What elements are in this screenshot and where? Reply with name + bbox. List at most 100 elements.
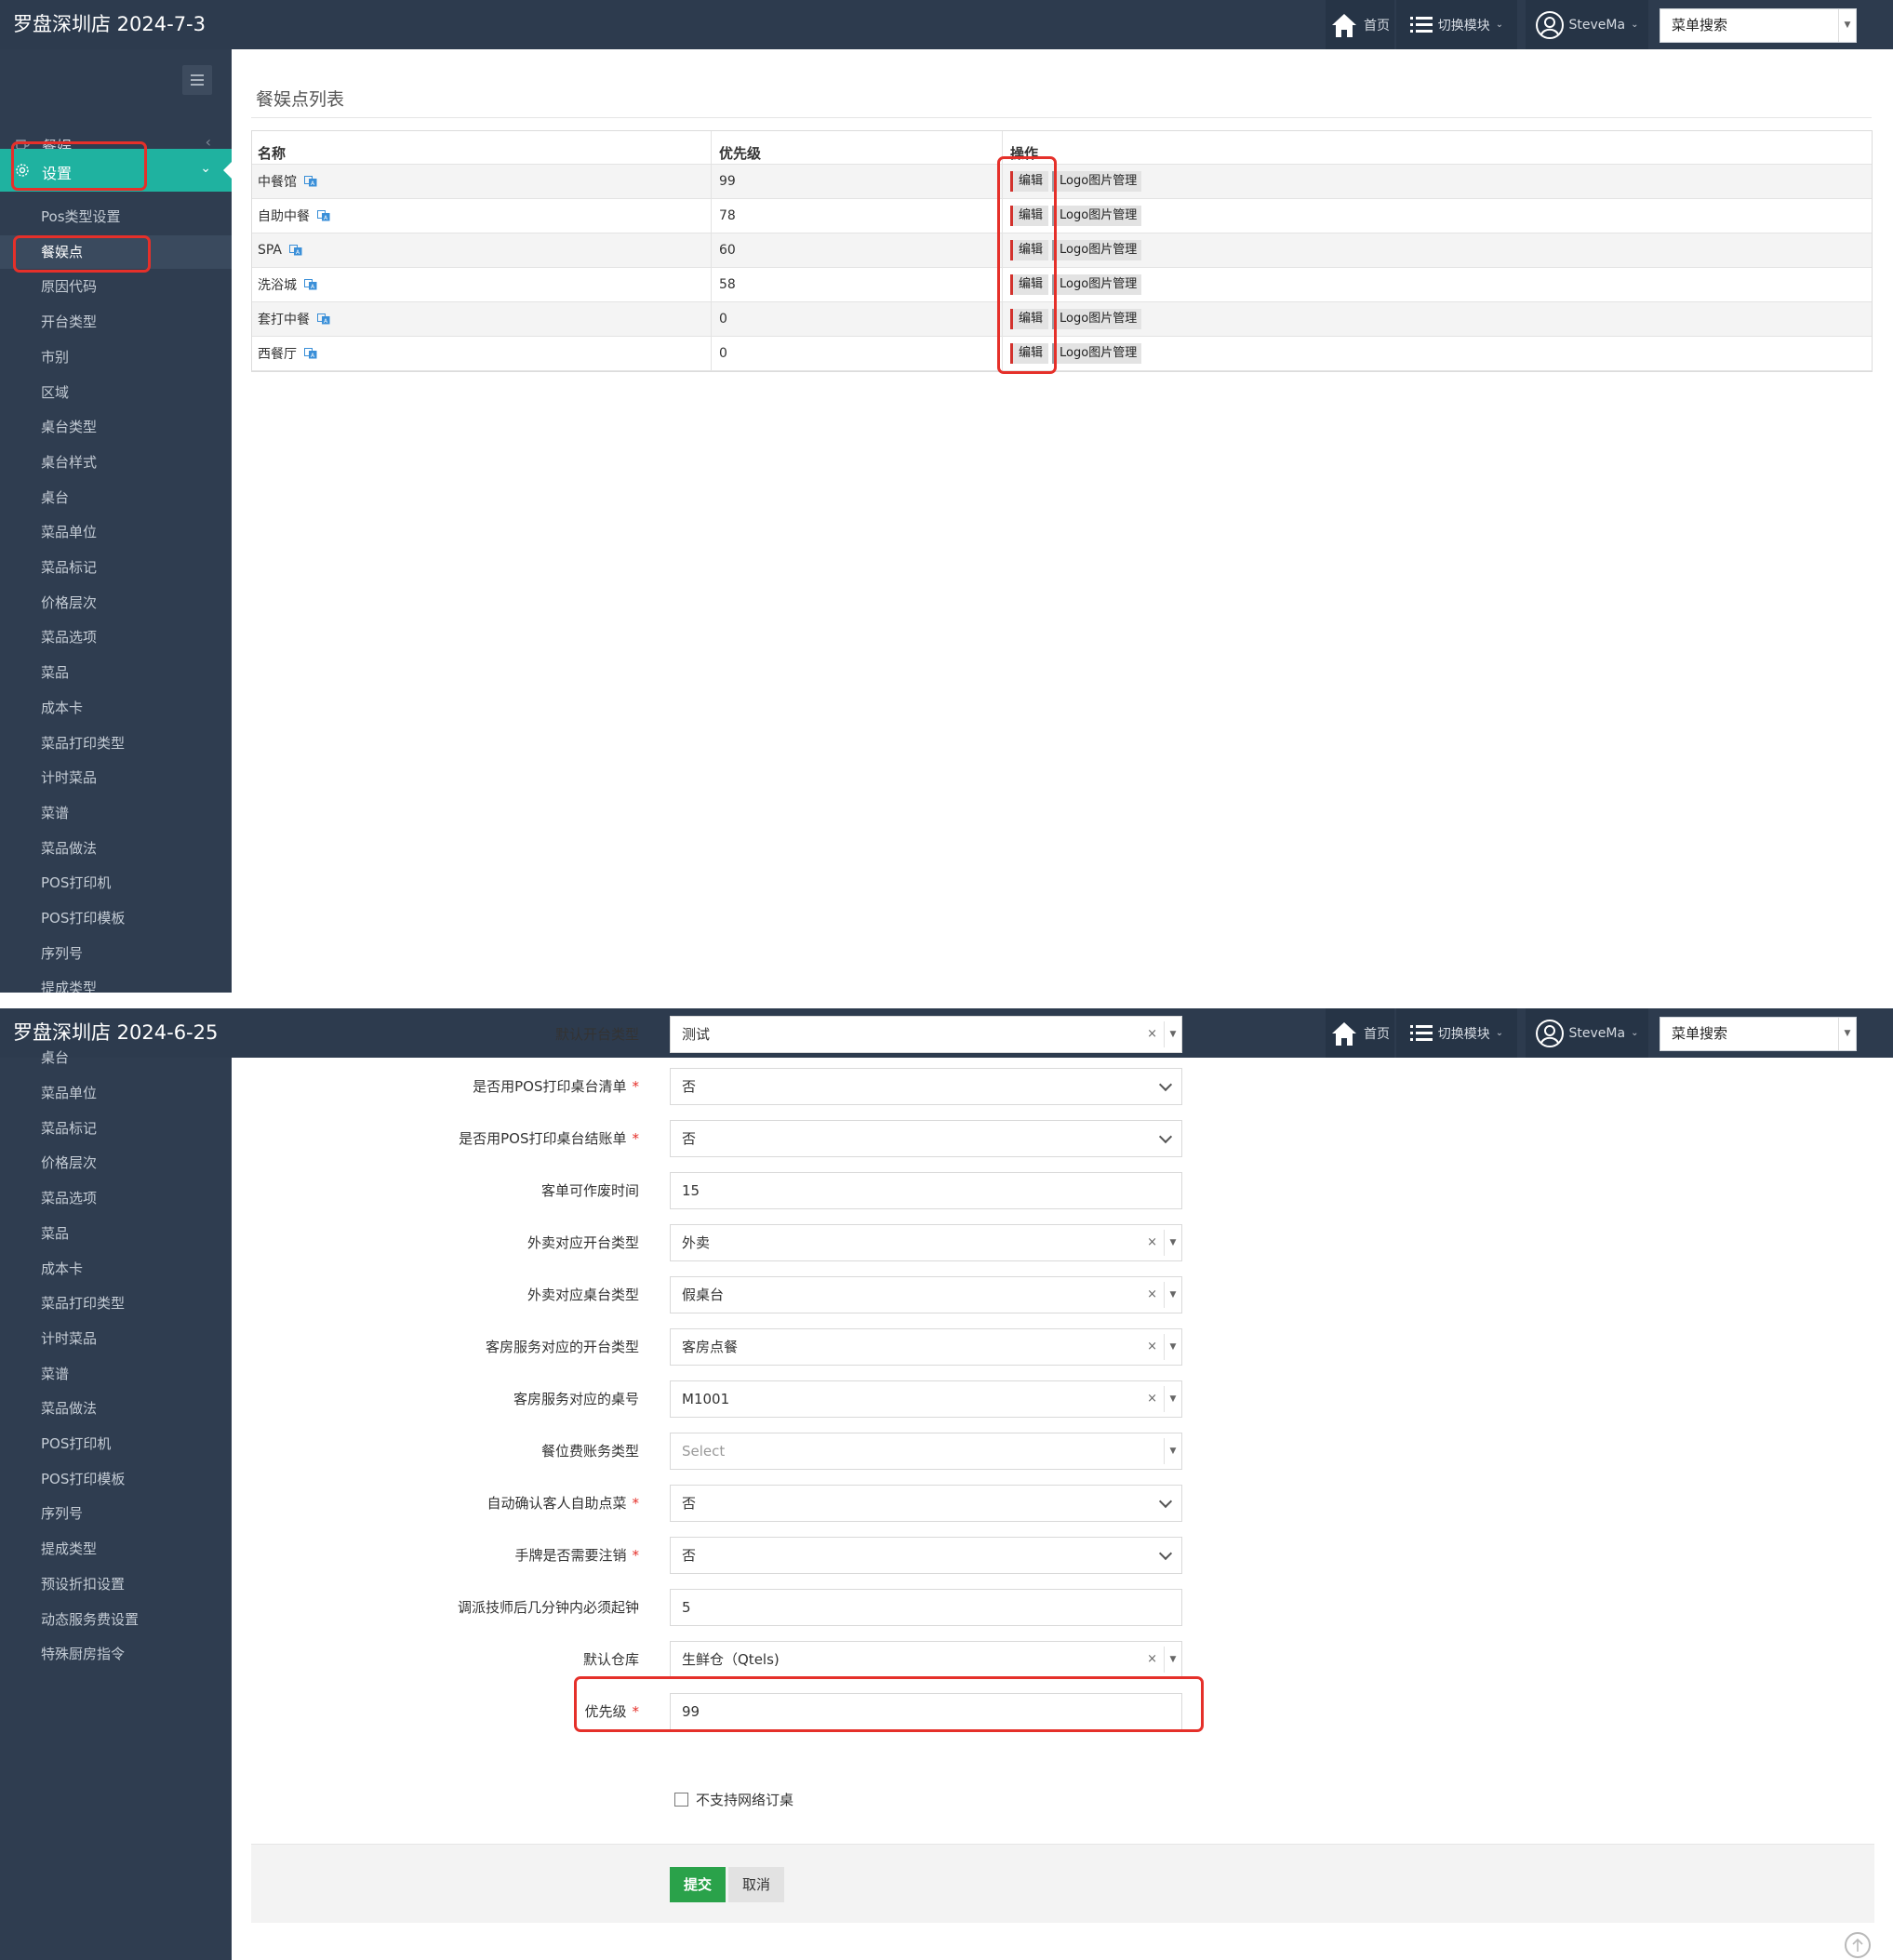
form-row: 自动确认客人自助点菜 * 否 <box>251 1485 1274 1522</box>
sidebar-item[interactable]: 菜谱 <box>0 796 232 830</box>
sidebar-item[interactable]: Pos类型设置 <box>0 200 232 233</box>
sidebar-item[interactable]: 价格层次 <box>0 586 232 620</box>
sidebar-item[interactable]: 菜品做法 <box>0 832 232 865</box>
dropdown-arrow-icon[interactable]: ▼ <box>1164 1438 1181 1464</box>
sidebar-item[interactable]: 成本卡 <box>0 691 232 725</box>
sidebar-item[interactable]: 菜品单位 <box>0 515 232 549</box>
sidebar-item[interactable]: 菜品 <box>0 656 232 689</box>
dropdown-arrow-icon[interactable]: ▼ <box>1164 1282 1181 1308</box>
sidebar-item[interactable]: 区域 <box>0 376 232 409</box>
dropdown-arrow-icon[interactable]: ▼ <box>1164 1647 1181 1673</box>
sidebar-item[interactable]: 桌台类型 <box>0 410 232 444</box>
sidebar-item[interactable]: 提成类型 <box>0 1532 232 1566</box>
sidebar-item[interactable]: 菜品打印类型 <box>0 727 232 760</box>
dropdown-arrow-icon[interactable]: ▼ <box>1164 1230 1181 1256</box>
user-menu[interactable]: SteveMa ⌄ <box>1526 0 1648 49</box>
sidebar-item[interactable]: 原因代码 <box>0 270 232 303</box>
sidebar-item[interactable]: 菜品做法 <box>0 1392 232 1425</box>
translate-icon[interactable]: A <box>304 176 317 187</box>
sidebar-item[interactable]: 提成类型 <box>0 971 232 993</box>
translate-icon[interactable]: A <box>317 210 330 221</box>
sidebar-item[interactable]: POS打印模板 <box>0 1462 232 1496</box>
text-input[interactable]: 15 <box>670 1172 1182 1209</box>
sidebar-item-label: 提成类型 <box>41 980 98 993</box>
sidebar-item[interactable]: 开台类型 <box>0 305 232 339</box>
dropdown-arrow-icon[interactable]: ▼ <box>1164 1334 1181 1360</box>
logo-manage-button[interactable]: Logo图片管理 <box>1052 343 1142 364</box>
sidebar-item[interactable]: 特殊厨房指令 <box>0 1637 232 1671</box>
sidebar-item[interactable]: POS打印机 <box>0 1427 232 1460</box>
logo-manage-button[interactable]: Logo图片管理 <box>1052 171 1142 192</box>
home-link[interactable]: 首页 <box>1326 1008 1394 1058</box>
sidebar-item[interactable]: 计时菜品 <box>0 761 232 794</box>
select-input[interactable]: 否 <box>670 1485 1182 1522</box>
sidebar-item-cut[interactable]: 桌台 <box>0 1047 232 1069</box>
sidebar-item[interactable]: 成本卡 <box>0 1252 232 1286</box>
clear-icon[interactable]: × <box>1147 1017 1157 1052</box>
select2-input[interactable]: Select ▼ <box>670 1433 1182 1470</box>
screenshot-separator <box>0 993 1893 1008</box>
dropdown-arrow-icon[interactable]: ▼ <box>1164 1021 1181 1047</box>
switch-module-menu[interactable]: 切换模块 ⌄ <box>1396 1008 1517 1058</box>
menu-search-select[interactable]: 菜单搜索 ▼ <box>1660 1017 1857 1051</box>
sidebar-item[interactable]: 菜品打印类型 <box>0 1287 232 1320</box>
select2-input[interactable]: 假桌台 × ▼ <box>670 1276 1182 1313</box>
sidebar-item[interactable]: 价格层次 <box>0 1146 232 1180</box>
no-online-booking-checkbox-row[interactable]: 不支持网络订桌 <box>674 1790 793 1809</box>
sidebar-item[interactable]: POS打印模板 <box>0 901 232 935</box>
logo-manage-button[interactable]: Logo图片管理 <box>1052 206 1142 226</box>
select2-input[interactable]: 外卖 × ▼ <box>670 1224 1182 1261</box>
sidebar-item[interactable]: 市别 <box>0 340 232 374</box>
dropdown-arrow-icon[interactable]: ▼ <box>1164 1386 1181 1412</box>
logo-manage-button[interactable]: Logo图片管理 <box>1052 240 1142 260</box>
translate-icon[interactable]: A <box>304 279 317 290</box>
field-label: 调派技师后几分钟内必须起钟 <box>458 1589 639 1626</box>
home-link[interactable]: 首页 <box>1326 0 1394 49</box>
sidebar-toggle-button[interactable] <box>182 65 212 95</box>
translate-icon[interactable]: A <box>304 348 317 359</box>
sidebar-item[interactable]: POS打印机 <box>0 866 232 900</box>
sidebar-item[interactable]: 菜品选项 <box>0 1181 232 1215</box>
sidebar-item[interactable]: 菜品标记 <box>0 1112 232 1145</box>
cancel-button[interactable]: 取消 <box>728 1867 784 1902</box>
sidebar-item[interactable]: 桌台 <box>0 481 232 514</box>
sidebar-item[interactable]: 预设折扣设置 <box>0 1567 232 1601</box>
sidebar-item[interactable]: 桌台样式 <box>0 446 232 479</box>
clear-icon[interactable]: × <box>1147 1225 1157 1260</box>
sidebar-item[interactable]: 动态服务费设置 <box>0 1603 232 1636</box>
required-marker: * <box>632 1130 640 1147</box>
table-row: 套打中餐 A 0 编辑 Logo图片管理 <box>252 302 1872 337</box>
clear-icon[interactable]: × <box>1147 1642 1157 1677</box>
sidebar-item[interactable]: 计时菜品 <box>0 1322 232 1355</box>
select2-input[interactable]: 生鲜仓（Qtels) × ▼ <box>670 1641 1182 1678</box>
translate-icon[interactable]: A <box>289 245 302 256</box>
sidebar-item[interactable]: 菜品标记 <box>0 551 232 584</box>
clear-icon[interactable]: × <box>1147 1381 1157 1417</box>
clear-icon[interactable]: × <box>1147 1329 1157 1365</box>
logo-manage-button[interactable]: Logo图片管理 <box>1052 309 1142 329</box>
logo-manage-button[interactable]: Logo图片管理 <box>1052 274 1142 295</box>
select2-input[interactable]: 测试 × ▼ <box>670 1016 1182 1053</box>
menu-search-select[interactable]: 菜单搜索 ▼ <box>1660 8 1857 43</box>
select2-input[interactable]: M1001 × ▼ <box>670 1380 1182 1418</box>
sidebar-item[interactable]: 菜品选项 <box>0 620 232 654</box>
select2-input[interactable]: 客房点餐 × ▼ <box>670 1328 1182 1366</box>
sidebar-item[interactable]: 菜谱 <box>0 1357 232 1391</box>
switch-module-menu[interactable]: 切换模块 ⌄ <box>1396 0 1517 49</box>
select-input[interactable]: 否 <box>670 1537 1182 1574</box>
user-name: SteveMa <box>1568 17 1626 33</box>
sidebar-item[interactable]: 序列号 <box>0 937 232 970</box>
scroll-to-top-button[interactable] <box>1845 1932 1871 1958</box>
select-input[interactable]: 否 <box>670 1068 1182 1105</box>
no-online-booking-checkbox[interactable] <box>674 1793 688 1807</box>
translate-icon[interactable]: A <box>317 313 330 325</box>
user-menu[interactable]: SteveMa ⌄ <box>1526 1008 1648 1058</box>
select-input[interactable]: 否 <box>670 1120 1182 1157</box>
sidebar-item-label: 桌台 <box>41 488 70 506</box>
submit-button[interactable]: 提交 <box>670 1867 726 1902</box>
sidebar-item[interactable]: 菜品 <box>0 1217 232 1250</box>
text-input[interactable]: 5 <box>670 1589 1182 1626</box>
clear-icon[interactable]: × <box>1147 1277 1157 1313</box>
sidebar-item[interactable]: 菜品单位 <box>0 1076 232 1110</box>
sidebar-item[interactable]: 序列号 <box>0 1497 232 1530</box>
